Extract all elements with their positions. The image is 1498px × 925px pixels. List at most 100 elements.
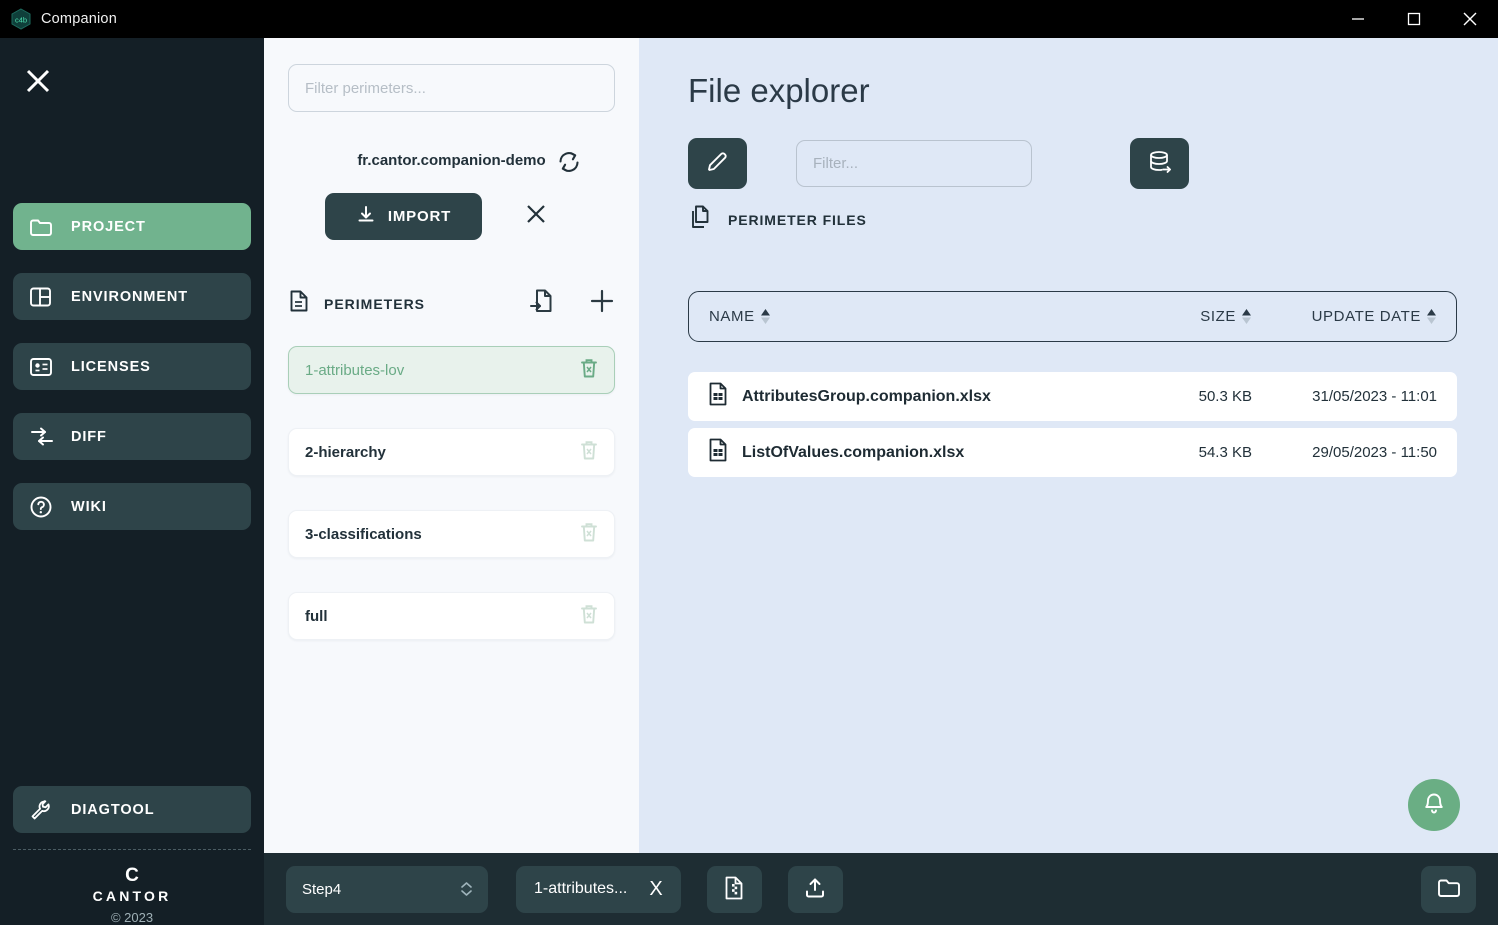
edit-button[interactable] (688, 138, 747, 189)
perimeter-list: 1-attributes-lov 2-hierarchy 3-classific… (288, 346, 615, 640)
zip-file-icon (723, 875, 745, 904)
file-size: 54.3 KB (1198, 444, 1252, 461)
window-controls (1330, 0, 1498, 38)
file-update-date: 29/05/2023 - 11:50 (1312, 444, 1437, 461)
column-header-update-date[interactable]: UPDATE DATE (1251, 308, 1436, 325)
perimeter-name: full (305, 607, 328, 625)
step-select[interactable]: Step4 (286, 865, 488, 913)
perimeters-section-title: PERIMETERS (324, 295, 426, 312)
sidebar-item-label: ENVIRONMENT (71, 288, 189, 305)
file-explorer-toolbar (688, 138, 1498, 189)
column-label: SIZE (1200, 308, 1236, 325)
sort-icon (1427, 309, 1436, 324)
trash-icon[interactable] (578, 520, 600, 549)
pencil-icon (705, 150, 730, 178)
title-bar: c4b Companion (0, 0, 1498, 38)
table-row[interactable]: AttributesGroup.companion.xlsx 50.3 KB 3… (688, 372, 1457, 421)
import-button[interactable]: IMPORT (325, 193, 482, 240)
notifications-button[interactable] (1408, 779, 1460, 831)
perimeter-item[interactable]: 3-classifications (288, 510, 615, 558)
active-perimeter-chip[interactable]: 1-attributes... X (516, 865, 681, 913)
zip-file-button[interactable] (706, 865, 762, 913)
open-folder-button[interactable] (1421, 865, 1476, 913)
sidebar-item-wiki[interactable]: WIKI (13, 483, 251, 530)
folder-icon (29, 214, 59, 240)
file-update-date: 31/05/2023 - 11:01 (1312, 388, 1437, 405)
plus-icon[interactable] (589, 288, 615, 319)
folder-icon (1436, 877, 1462, 902)
sidebar-item-diagtool[interactable]: DIAGTOOL (13, 786, 251, 833)
download-icon (356, 205, 376, 229)
sidebar-footer: C CANTOR © 2023 (13, 849, 251, 925)
sidebar-nav: PROJECT ENVIRONMENT LICENSES DIFF WIKI (0, 203, 264, 553)
sidebar-item-project[interactable]: PROJECT (13, 203, 251, 250)
database-export-button[interactable] (1130, 138, 1189, 189)
cantor-mark: C (125, 865, 139, 886)
file-import-icon[interactable] (529, 287, 555, 320)
app-window: c4b Companion PROJECT ENVIRONMENT LICENS… (0, 0, 1498, 925)
cantor-wordmark: CANTOR (92, 888, 172, 904)
import-button-label: IMPORT (387, 208, 452, 225)
perimeter-files-label: PERIMETER FILES (728, 211, 867, 228)
app-logo-icon: c4b (10, 8, 32, 30)
import-row: IMPORT (288, 193, 615, 240)
column-label: UPDATE DATE (1311, 308, 1421, 325)
project-name: fr.cantor.companion-demo (357, 152, 546, 169)
perimeters-section-header: PERIMETERS (288, 287, 615, 320)
bottom-bar: Step4 1-attributes... X (264, 853, 1498, 925)
perimeter-name: 1-attributes-lov (305, 361, 405, 379)
maximize-button[interactable] (1386, 0, 1442, 38)
step-select-value: Step4 (302, 880, 342, 898)
chip-label: 1-attributes... (534, 880, 628, 897)
perimeter-item[interactable]: 1-attributes-lov (288, 346, 615, 394)
column-header-name[interactable]: NAME (709, 308, 1131, 325)
file-explorer-panel: File explorer Filter... PERIMETER FILES … (639, 38, 1498, 853)
svg-text:c4b: c4b (15, 16, 27, 25)
table-rows: AttributesGroup.companion.xlsx 50.3 KB 3… (688, 372, 1457, 477)
close-icon (24, 67, 52, 100)
sidebar-item-label: DIFF (71, 428, 107, 445)
page-title: File explorer (688, 72, 870, 109)
chip-close-icon[interactable]: X (649, 879, 662, 899)
close-button[interactable] (1442, 0, 1498, 38)
chevron-updown-icon (461, 882, 472, 896)
perimeter-item[interactable]: 2-hierarchy (288, 428, 615, 476)
file-name: ListOfValues.companion.xlsx (742, 443, 965, 461)
perimeter-item[interactable]: full (288, 592, 615, 640)
upload-icon (803, 876, 827, 903)
bell-icon (1421, 791, 1447, 820)
table-header: NAME SIZE UPDATE DATE (688, 291, 1457, 342)
minimize-button[interactable] (1330, 0, 1386, 38)
perimeter-name: 3-classifications (305, 525, 422, 543)
import-cancel-button[interactable] (524, 202, 548, 231)
xlsx-file-icon (708, 382, 728, 411)
database-export-icon (1147, 149, 1173, 178)
file-filter-input[interactable] (796, 140, 1032, 187)
file-name-cell: ListOfValues.companion.xlsx (708, 438, 1132, 467)
sidebar-item-label: LICENSES (71, 358, 151, 375)
file-name: AttributesGroup.companion.xlsx (742, 387, 991, 405)
perimeters-panel: fr.cantor.companion-demo IMPORT (264, 38, 639, 853)
file-size: 50.3 KB (1198, 388, 1252, 405)
sidebar-diagtool-container: DIAGTOOL C CANTOR © 2023 (0, 786, 264, 925)
trash-icon[interactable] (578, 438, 600, 467)
project-row: fr.cantor.companion-demo (288, 152, 615, 172)
sidebar-item-label: DIAGTOOL (71, 801, 155, 818)
diff-arrows-icon (29, 424, 59, 450)
sidebar: PROJECT ENVIRONMENT LICENSES DIFF WIKI D… (0, 38, 264, 925)
sidebar-item-environment[interactable]: ENVIRONMENT (13, 273, 251, 320)
trash-icon[interactable] (578, 356, 600, 385)
trash-icon[interactable] (578, 602, 600, 631)
column-header-size[interactable]: SIZE (1131, 308, 1251, 325)
sidebar-close-button[interactable] (0, 38, 264, 128)
sidebar-item-licenses[interactable]: LICENSES (13, 343, 251, 390)
sidebar-item-label: WIKI (71, 498, 107, 515)
sort-icon (760, 309, 770, 324)
sidebar-item-diff[interactable]: DIFF (13, 413, 251, 460)
table-row[interactable]: ListOfValues.companion.xlsx 54.3 KB 29/0… (688, 428, 1457, 477)
sidebar-item-label: PROJECT (71, 218, 146, 235)
upload-button[interactable] (787, 865, 843, 913)
perimeter-filter-input[interactable] (288, 64, 615, 112)
refresh-icon[interactable] (555, 148, 583, 181)
